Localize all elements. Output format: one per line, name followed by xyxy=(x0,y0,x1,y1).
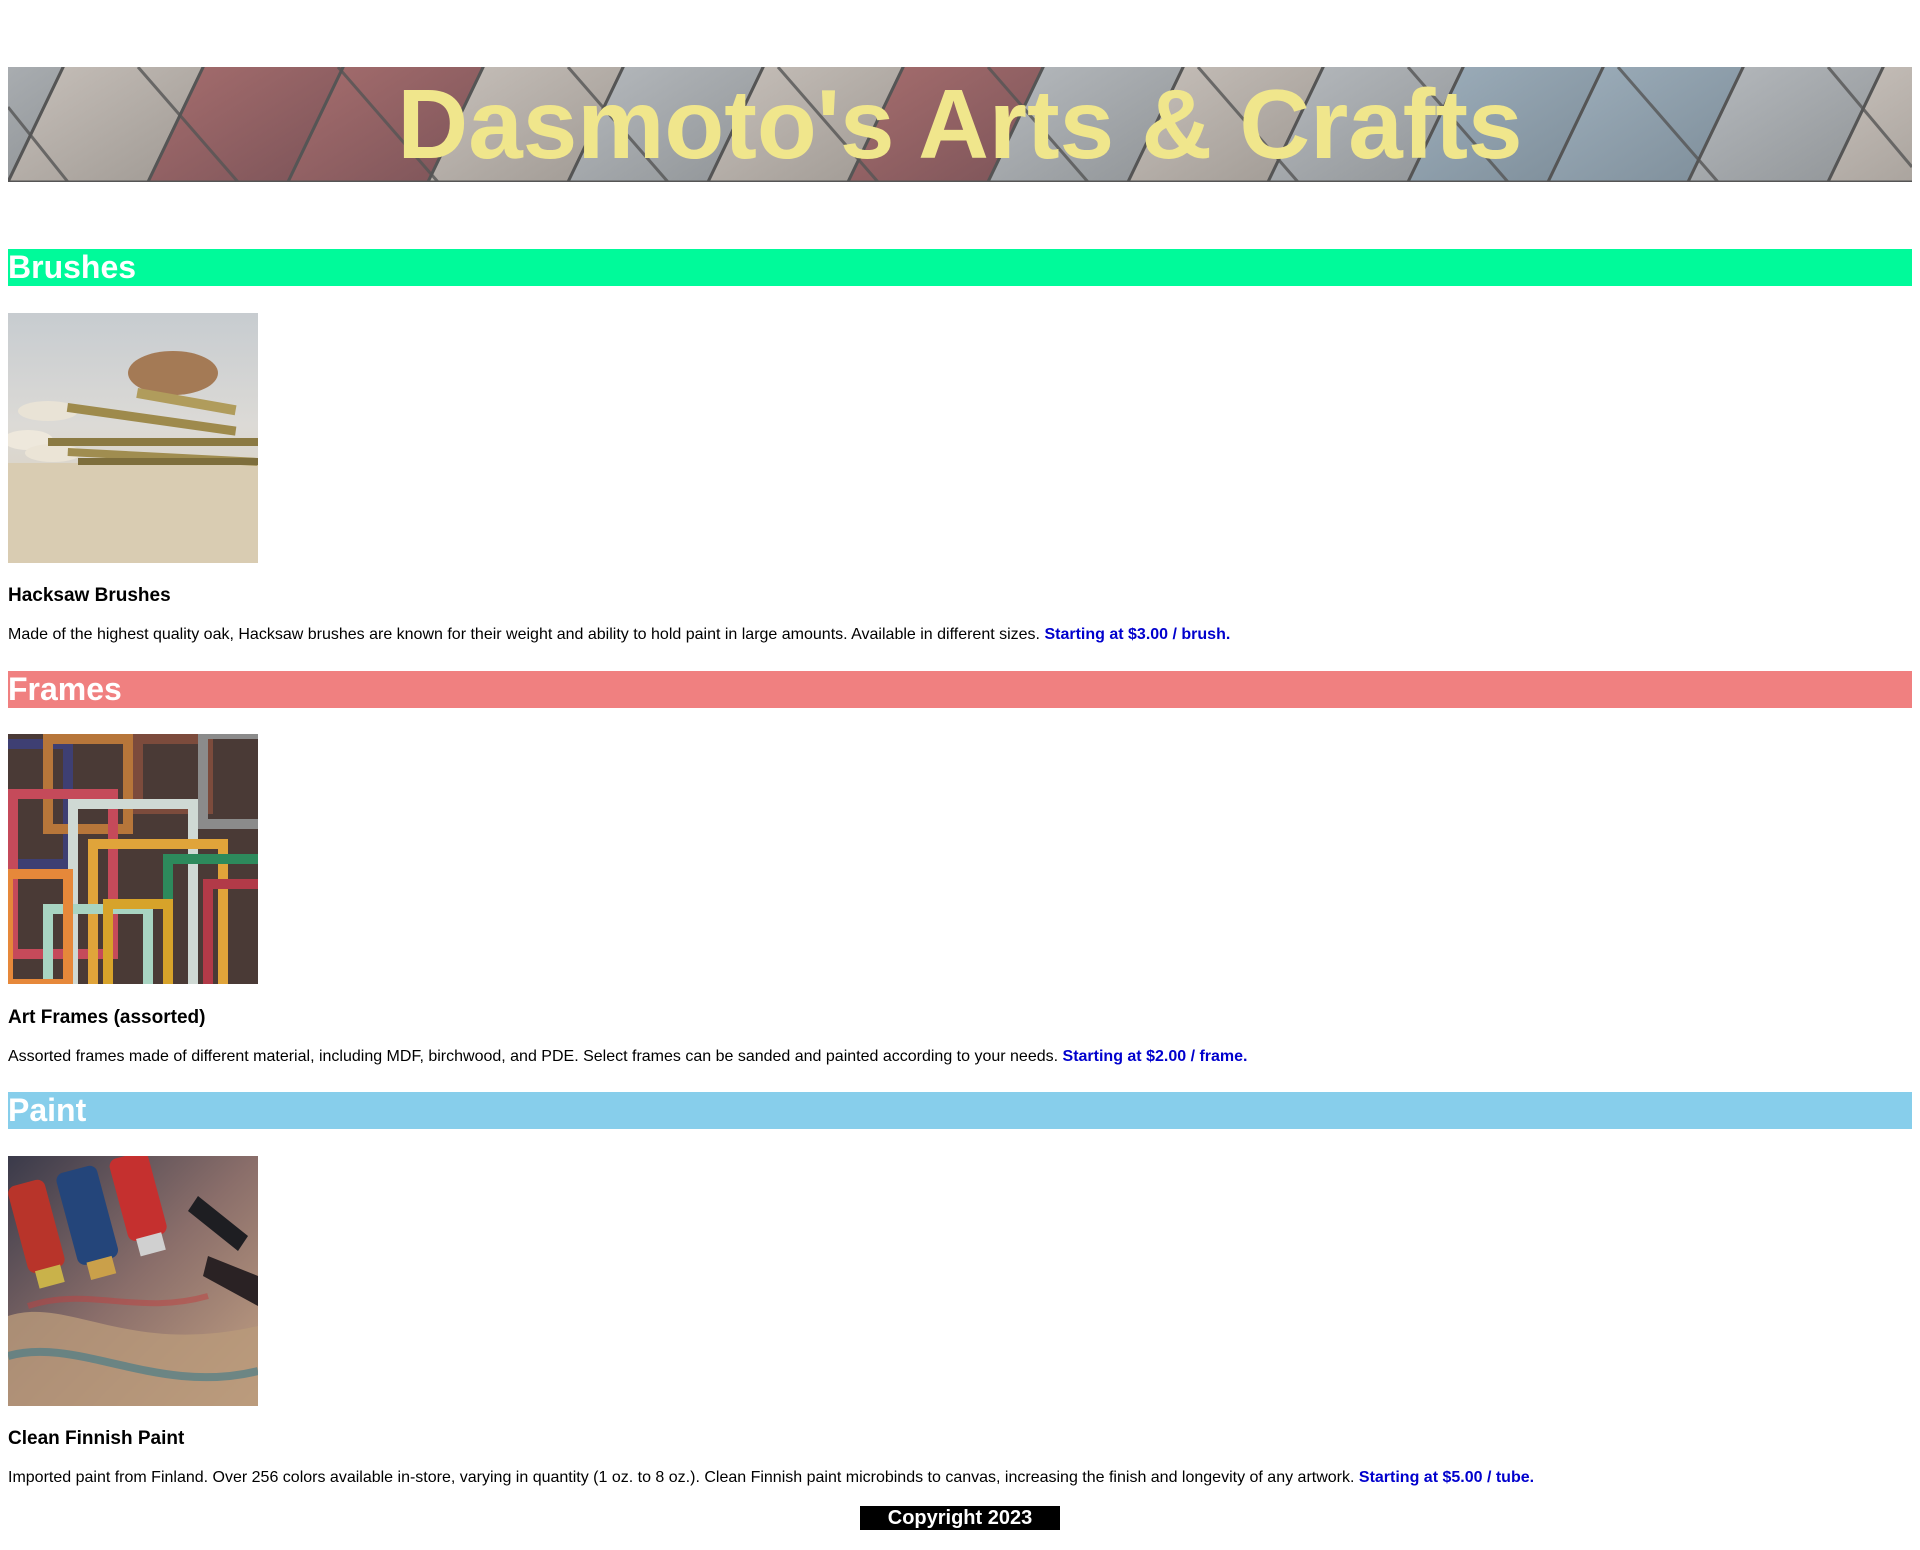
product-image-paint xyxy=(8,1156,258,1406)
product-image-frames xyxy=(8,734,258,984)
description-text: Assorted frames made of different materi… xyxy=(8,1048,1059,1065)
site-title: Dasmoto's Arts & Crafts xyxy=(397,69,1523,179)
product-description-frames: Assorted frames made of different materi… xyxy=(8,1048,1247,1066)
header-banner: Dasmoto's Arts & Crafts xyxy=(8,67,1912,182)
product-description-paint: Imported paint from Finland. Over 256 co… xyxy=(8,1469,1534,1487)
description-text: Imported paint from Finland. Over 256 co… xyxy=(8,1469,1355,1486)
product-image-brushes xyxy=(8,313,258,563)
paintbrushes-image xyxy=(8,313,258,563)
product-description-brushes: Made of the highest quality oak, Hacksaw… xyxy=(8,626,1230,644)
price-frames: Starting at $2.00 / frame. xyxy=(1062,1048,1248,1065)
description-text: Made of the highest quality oak, Hacksaw… xyxy=(8,626,1040,643)
footer-copyright: Copyright 2023 xyxy=(860,1506,1060,1530)
picture-frames-image xyxy=(8,734,258,984)
product-name-frames: Art Frames (assorted) xyxy=(8,1007,206,1028)
section-header-frames: Frames xyxy=(8,671,1912,708)
product-name-paint: Clean Finnish Paint xyxy=(8,1428,185,1449)
section-header-paint: Paint xyxy=(8,1092,1912,1129)
section-header-brushes: Brushes xyxy=(8,249,1912,286)
price-brushes: Starting at $3.00 / brush. xyxy=(1044,626,1231,643)
price-paint: Starting at $5.00 / tube. xyxy=(1358,1469,1535,1486)
page: Dasmoto's Arts & Crafts Brushes Hacksaw … xyxy=(0,0,1920,1550)
paint-tubes-image xyxy=(8,1156,258,1406)
product-name-brushes: Hacksaw Brushes xyxy=(8,585,171,606)
